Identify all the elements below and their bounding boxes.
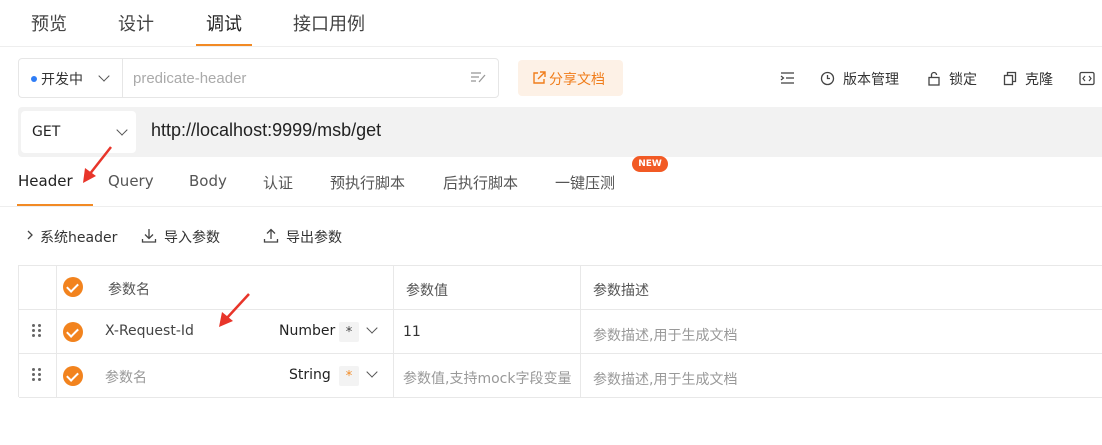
chevron-down-icon bbox=[366, 366, 378, 378]
edit-icon[interactable] bbox=[470, 70, 486, 84]
lock-icon bbox=[928, 71, 940, 86]
version-management-button[interactable]: 版本管理 bbox=[820, 69, 910, 89]
clone-button[interactable]: 克隆 bbox=[1003, 69, 1058, 89]
tab-api-cases[interactable]: 接口用例 bbox=[293, 10, 365, 46]
lock-label: 锁定 bbox=[949, 72, 977, 88]
row-enable-checkbox[interactable] bbox=[63, 366, 83, 386]
export-params-button[interactable]: 导出参数 bbox=[263, 227, 349, 247]
chevron-down-icon bbox=[366, 322, 378, 334]
system-header-label: 系统header bbox=[40, 230, 118, 246]
param-type-select[interactable]: Number bbox=[279, 323, 335, 339]
required-toggle[interactable]: * bbox=[339, 322, 359, 342]
tab-design[interactable]: 设计 bbox=[118, 10, 154, 46]
env-label: 开发中 bbox=[41, 72, 83, 88]
import-params-button[interactable]: 导入参数 bbox=[141, 227, 227, 247]
column-header-value: 参数值 bbox=[406, 283, 448, 299]
tab-pre-script[interactable]: 预执行脚本 bbox=[330, 172, 405, 206]
http-method-label: GET bbox=[32, 124, 61, 140]
column-header-name: 参数名 bbox=[108, 282, 150, 298]
version-label: 版本管理 bbox=[843, 72, 899, 88]
chevron-down-icon bbox=[98, 70, 110, 82]
select-all-checkbox[interactable] bbox=[63, 277, 83, 297]
drag-handle-icon[interactable] bbox=[32, 368, 42, 382]
required-toggle[interactable]: * bbox=[339, 366, 359, 386]
request-url-input[interactable]: http://localhost:9999/msb/get bbox=[151, 120, 381, 141]
tab-header[interactable]: Header bbox=[17, 172, 93, 206]
share-doc-button[interactable]: 分享文档 bbox=[518, 60, 623, 96]
export-params-label: 导出参数 bbox=[286, 230, 342, 246]
share-doc-label: 分享文档 bbox=[549, 72, 605, 88]
clock-icon bbox=[820, 71, 835, 86]
annotation-arrow-icon bbox=[219, 293, 250, 327]
chevron-down-icon bbox=[116, 124, 128, 136]
system-header-toggle[interactable]: 系统header bbox=[26, 227, 122, 247]
tab-post-script[interactable]: 后执行脚本 bbox=[443, 172, 518, 206]
outline-toggle[interactable] bbox=[780, 69, 796, 89]
drag-handle-icon[interactable] bbox=[32, 324, 42, 338]
row-enable-checkbox[interactable] bbox=[63, 322, 83, 342]
table-header-row: 参数名 参数值 参数描述 bbox=[19, 266, 1102, 310]
param-value-input[interactable]: 参数值,支持mock字段变量 bbox=[403, 368, 571, 388]
request-tab-bar: Header Query Body 认证 预执行脚本 后执行脚本 一键压测 bbox=[0, 160, 1102, 207]
tab-load-test[interactable]: 一键压测 bbox=[555, 172, 615, 206]
param-name-input[interactable]: X-Request-Id bbox=[105, 323, 194, 339]
tab-preview[interactable]: 预览 bbox=[31, 10, 67, 46]
table-row: 参数名 String * 参数值,支持mock字段变量 参数描述,用于生成文档 bbox=[19, 354, 1102, 398]
param-name-input[interactable]: 参数名 bbox=[105, 367, 147, 387]
api-name-input[interactable] bbox=[133, 68, 453, 88]
import-params-label: 导入参数 bbox=[164, 230, 220, 246]
chevron-right-icon bbox=[27, 230, 33, 240]
annotation-arrow-icon bbox=[83, 146, 112, 183]
share-icon bbox=[533, 71, 546, 84]
new-badge: NEW bbox=[632, 156, 668, 172]
api-name-bar: 开发中 bbox=[18, 58, 499, 98]
param-type-select[interactable]: String bbox=[289, 367, 331, 383]
copy-icon bbox=[1003, 71, 1017, 86]
tab-debug[interactable]: 调试 bbox=[196, 10, 252, 46]
env-status-dot bbox=[31, 76, 37, 82]
code-icon bbox=[1079, 71, 1095, 86]
code-view-button[interactable] bbox=[1079, 69, 1097, 89]
param-desc-input[interactable]: 参数描述,用于生成文档 bbox=[593, 325, 737, 345]
tab-auth[interactable]: 认证 bbox=[263, 172, 293, 206]
header-params-table: 参数名 参数值 参数描述 X-Request-Id Number * 11 参数… bbox=[18, 265, 1102, 398]
lock-button[interactable]: 锁定 bbox=[927, 69, 982, 89]
param-value-input[interactable]: 11 bbox=[403, 324, 421, 340]
upload-icon bbox=[263, 228, 279, 243]
param-desc-input[interactable]: 参数描述,用于生成文档 bbox=[593, 369, 737, 389]
clone-label: 克隆 bbox=[1025, 72, 1053, 88]
environment-select[interactable]: 开发中 bbox=[19, 59, 123, 97]
table-row: X-Request-Id Number * 11 参数描述,用于生成文档 bbox=[19, 310, 1102, 354]
list-indent-icon bbox=[780, 72, 794, 84]
download-icon bbox=[141, 229, 157, 243]
request-url-bar: GET http://localhost:9999/msb/get bbox=[18, 107, 1102, 157]
top-tab-bar: 预览 设计 调试 接口用例 bbox=[0, 0, 1102, 47]
column-header-desc: 参数描述 bbox=[593, 283, 649, 299]
tab-body[interactable]: Body bbox=[189, 172, 227, 206]
